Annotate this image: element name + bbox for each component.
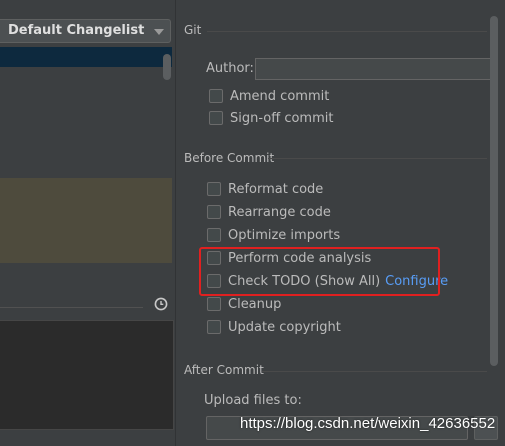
changelist-dropdown[interactable]: Default Changelist	[0, 19, 171, 43]
optimize-imports-option[interactable]: Optimize imports	[207, 225, 340, 245]
reformat-code-label: Reformat code	[228, 181, 324, 197]
amend-commit-checkbox[interactable]	[209, 89, 223, 103]
reformat-code-option[interactable]: Reformat code	[207, 179, 323, 199]
update-copyright-label: Update copyright	[228, 319, 341, 335]
author-label: Author:	[206, 61, 254, 76]
options-scrollbar[interactable]	[490, 16, 498, 366]
commit-message-divider	[0, 307, 143, 308]
amend-commit-label: Amend commit	[230, 88, 330, 104]
changelist-dropdown-label: Default Changelist	[8, 23, 145, 38]
rearrange-code-label: Rearrange code	[228, 204, 331, 220]
upload-files-label: Upload files to:	[204, 393, 302, 408]
selected-tree-row[interactable]	[0, 47, 172, 67]
watermark-text: https://blog.csdn.net/weixin_42636552	[240, 415, 496, 432]
rearrange-code-option[interactable]: Rearrange code	[207, 202, 331, 222]
amend-commit-option[interactable]: Amend commit	[209, 86, 329, 106]
git-section-line	[207, 31, 487, 32]
author-input[interactable]	[255, 58, 495, 80]
cleanup-checkbox[interactable]	[207, 297, 221, 311]
optimize-imports-checkbox[interactable]	[207, 228, 221, 242]
tree-area	[0, 67, 172, 178]
file-tree-scrollbar[interactable]	[163, 54, 171, 80]
changes-file-tree[interactable]	[0, 47, 172, 263]
sign-off-commit-checkbox[interactable]	[209, 111, 223, 125]
optimize-imports-label: Optimize imports	[228, 227, 341, 243]
chevron-down-icon	[154, 29, 164, 35]
sign-off-commit-label: Sign-off commit	[230, 110, 334, 126]
highlight-annotation-box	[199, 247, 440, 296]
unversioned-files-area	[0, 178, 172, 263]
rearrange-code-checkbox[interactable]	[207, 205, 221, 219]
panel-divider[interactable]	[175, 0, 176, 446]
sign-off-commit-option[interactable]: Sign-off commit	[209, 108, 333, 128]
reformat-code-checkbox[interactable]	[207, 182, 221, 196]
after-commit-section-line	[262, 371, 487, 372]
cleanup-option[interactable]: Cleanup	[207, 294, 281, 314]
clock-icon[interactable]	[154, 297, 168, 311]
git-section-title: Git	[184, 23, 202, 37]
before-commit-section-line	[268, 158, 487, 159]
update-copyright-checkbox[interactable]	[207, 320, 221, 334]
before-commit-section-title: Before Commit	[184, 151, 275, 165]
update-copyright-option[interactable]: Update copyright	[207, 317, 341, 337]
cleanup-label: Cleanup	[228, 296, 282, 312]
after-commit-section-title: After Commit	[184, 363, 264, 377]
commit-message-input[interactable]	[0, 320, 174, 430]
